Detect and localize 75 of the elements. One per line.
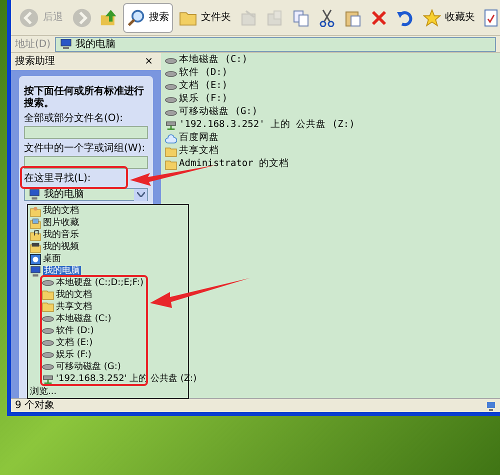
network-drive-icon: [42, 374, 54, 384]
document-icon[interactable]: [484, 8, 498, 26]
browse-item[interactable]: 浏览...: [30, 387, 57, 398]
computer-icon: [30, 266, 41, 276]
folder-picture-icon: [30, 218, 41, 228]
star-icon: [423, 8, 441, 26]
drive-icon: [42, 350, 54, 360]
file-name[interactable]: 百度网盘: [179, 131, 219, 146]
delete-icon[interactable]: [370, 8, 388, 26]
field-label: 全部或部分文件名(O):: [24, 113, 124, 125]
undo-icon[interactable]: [396, 8, 414, 26]
status-text: 9 个对象: [15, 398, 55, 413]
folder-music-icon: [30, 230, 41, 240]
cloud-icon: [165, 134, 177, 144]
drive-icon: [42, 338, 54, 348]
dropdown-item[interactable]: 软件 (D:): [56, 326, 94, 336]
dropdown-item[interactable]: 本地磁盘 (C:): [56, 314, 112, 324]
drive-icon: [42, 326, 54, 336]
file-name[interactable]: 软件 (D:): [179, 66, 228, 81]
clipboard-icon[interactable]: [344, 8, 362, 26]
file-name[interactable]: 文档 (E:): [179, 79, 228, 94]
input-field[interactable]: [24, 126, 148, 139]
drive-icon: [165, 108, 177, 118]
drive-icon: [42, 362, 54, 372]
dropdown-item[interactable]: 共享文档: [56, 302, 92, 312]
look-in-dropdown[interactable]: 我的电脑: [24, 188, 148, 201]
file-name[interactable]: 共享文档: [179, 144, 219, 159]
folder-icon: [42, 302, 54, 312]
drive-icon: [165, 56, 177, 66]
folder-up-icon[interactable]: [100, 8, 118, 26]
dropdown-item[interactable]: 我的文档: [43, 206, 79, 216]
search-icon: [127, 8, 145, 26]
scissors-icon[interactable]: [318, 8, 336, 26]
address-label: 地址(D): [15, 38, 51, 52]
file-name[interactable]: 娱乐 (F:): [179, 92, 228, 107]
toolbar-button[interactable]: 收藏夹: [419, 2, 479, 32]
computer-icon: [60, 38, 72, 50]
field-label: 在这里寻找(L):: [24, 173, 91, 185]
dropdown-item[interactable]: 我的电脑: [43, 266, 81, 276]
network-drive-icon: [165, 120, 177, 131]
field-label: 文件中的一个字或词组(W):: [24, 143, 146, 155]
folder-icon: [42, 290, 54, 300]
pane-title: 搜索助理: [15, 54, 55, 69]
folder-person-icon: [30, 206, 41, 216]
dropdown-item[interactable]: 娱乐 (F:): [56, 350, 92, 360]
file-name[interactable]: '192.168.3.252' 上的 公共盘 (Z:): [179, 118, 355, 133]
file-name[interactable]: 本地磁盘 (C:): [179, 53, 248, 68]
drive-icon: [165, 82, 177, 92]
intro-text: 按下面任何或所有标准进行搜索。: [24, 86, 145, 110]
address-field[interactable]: 我的电脑: [54, 36, 496, 52]
file-name[interactable]: 可移动磁盘 (G:): [179, 105, 258, 120]
close-button[interactable]: ×: [140, 56, 157, 66]
folder-icon: [165, 146, 177, 156]
drive-icon: [42, 278, 54, 288]
folder-icon: [179, 10, 197, 26]
drive-icon: [165, 94, 177, 104]
dropdown-item[interactable]: 我的音乐: [43, 230, 79, 240]
dropdown-item[interactable]: 桌面: [43, 254, 61, 264]
dropdown-item[interactable]: 文档 (E:): [56, 338, 93, 348]
drive-icon: [165, 68, 177, 78]
folder-icon: [165, 160, 177, 170]
drive-icon: [42, 314, 54, 324]
dropdown-item[interactable]: 本地硬盘 (C:;D:;E;F:): [56, 278, 144, 288]
dropdown-item[interactable]: 我的视频: [43, 242, 79, 252]
dropdown-item[interactable]: 图片收藏: [43, 218, 79, 228]
dropdown-item[interactable]: 我的文档: [56, 290, 92, 300]
desktop-icon: [30, 254, 41, 264]
computer-icon: [486, 400, 496, 410]
folder-film-icon: [30, 242, 41, 252]
dropdown-item[interactable]: 可移动磁盘 (G:): [56, 362, 121, 372]
copy-icon[interactable]: [292, 8, 310, 26]
computer-icon: [29, 189, 40, 200]
toolbar-button[interactable]: 文件夹: [175, 2, 235, 32]
file-name[interactable]: Administrator 的文档: [179, 157, 290, 172]
toolbar-button[interactable]: 搜索: [123, 2, 173, 32]
